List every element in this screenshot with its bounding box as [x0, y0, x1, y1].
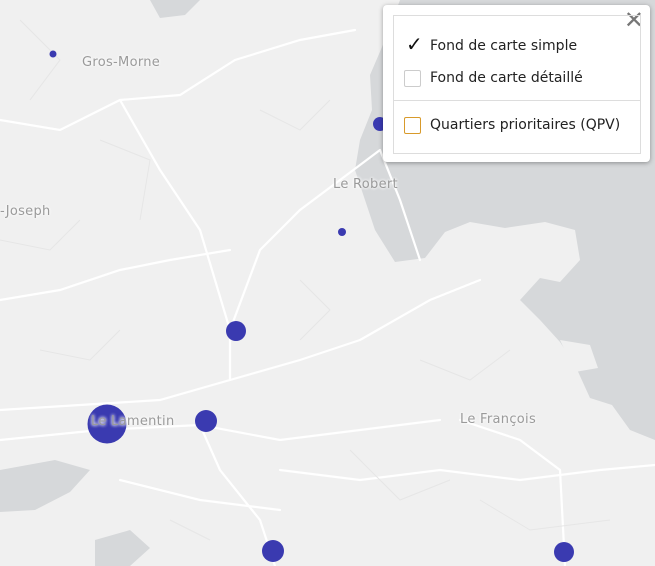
qpv-checkbox[interactable] [404, 116, 421, 134]
place-label-le-francois: Le François [460, 412, 537, 427]
basemap-simple-checkbox[interactable]: ✓ [404, 33, 423, 55]
basemap-detailed-label: Fond de carte détaillé [430, 70, 583, 86]
basemap-simple-option[interactable]: ✓ Fond de carte simple [404, 33, 578, 57]
basemap-simple-label: Fond de carte simple [430, 38, 578, 54]
qpv-label: Quartiers prioritaires (QPV) [430, 117, 621, 133]
layer-control-panel: ✕ ✓ Fond de carte simple Fond de carte d… [383, 5, 650, 162]
place-label-saint-joseph: -Joseph [0, 204, 51, 219]
marker-gros-morne[interactable] [49, 50, 57, 58]
checkmark-icon: ✓ [406, 31, 423, 56]
separator [394, 100, 640, 101]
basemap-detailed-checkbox[interactable] [404, 69, 421, 87]
layer-list: ✓ Fond de carte simple Fond de carte dét… [393, 15, 641, 154]
place-label-gros-morne: Gros-Morne [82, 55, 161, 70]
place-label-le-lamentin: Le Lamentin [91, 414, 175, 429]
marker-center[interactable] [226, 321, 246, 341]
qpv-option[interactable]: Quartiers prioritaires (QPV) [404, 114, 620, 136]
basemap-detailed-option[interactable]: Fond de carte détaillé [404, 67, 583, 89]
marker-southeast[interactable] [554, 542, 574, 562]
place-label-le-robert: Le Robert [333, 177, 398, 192]
marker-lamentin-east[interactable] [195, 410, 217, 432]
marker-robert[interactable] [338, 228, 346, 236]
marker-south[interactable] [262, 540, 284, 562]
